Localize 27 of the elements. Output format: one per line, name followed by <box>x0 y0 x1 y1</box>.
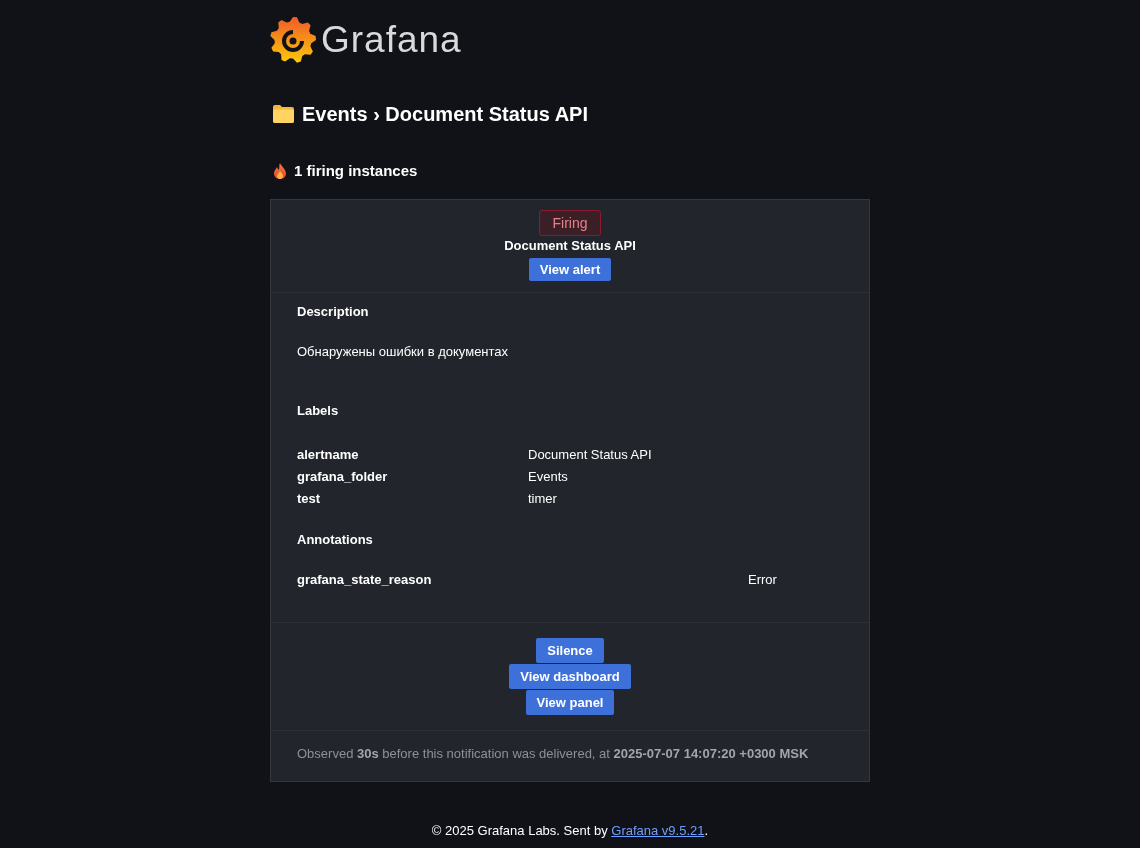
label-value: timer <box>528 490 558 508</box>
section-heading: Description <box>297 304 370 320</box>
page-title: Events › Document Status API <box>302 102 588 126</box>
description-text: Обнаружены ошибки в документах <box>297 344 510 360</box>
view-alert-button[interactable]: View alert <box>528 258 612 281</box>
section-heading: Annotations <box>297 532 374 548</box>
flame-icon <box>274 163 286 179</box>
label-key: test <box>297 488 528 510</box>
label-key: grafana_folder <box>297 466 528 488</box>
annotation-value: Error <box>748 571 778 589</box>
action-button[interactable]: View panel <box>525 690 615 715</box>
label-value: Events <box>528 468 569 486</box>
gear-logo-icon <box>270 17 316 63</box>
observed-note: Observed 30s before this notification was delivered, at 2025-07-07 14:07:20 +0300 MSK <box>271 730 869 781</box>
annotation-key: grafana_state_reason <box>297 569 748 591</box>
status-badge: Firing <box>539 210 601 236</box>
label-key: alertname <box>297 444 528 466</box>
alert-name: Document Status API <box>504 238 636 254</box>
copyright-text: © 2025 Grafana Labs. Sent by Grafana v9.5.21. <box>430 823 710 839</box>
section-heading: Labels <box>297 403 340 419</box>
action-button[interactable]: View dashboard <box>509 664 631 689</box>
label-value: Document Status API <box>528 446 653 464</box>
version-link[interactable]: Grafana v9.5.21 <box>611 823 705 838</box>
action-button[interactable]: Silence <box>536 638 604 663</box>
logo-text: Grafana <box>321 20 462 60</box>
folder-icon <box>273 105 294 123</box>
firing-count-text: 1 firing instances <box>294 161 418 181</box>
